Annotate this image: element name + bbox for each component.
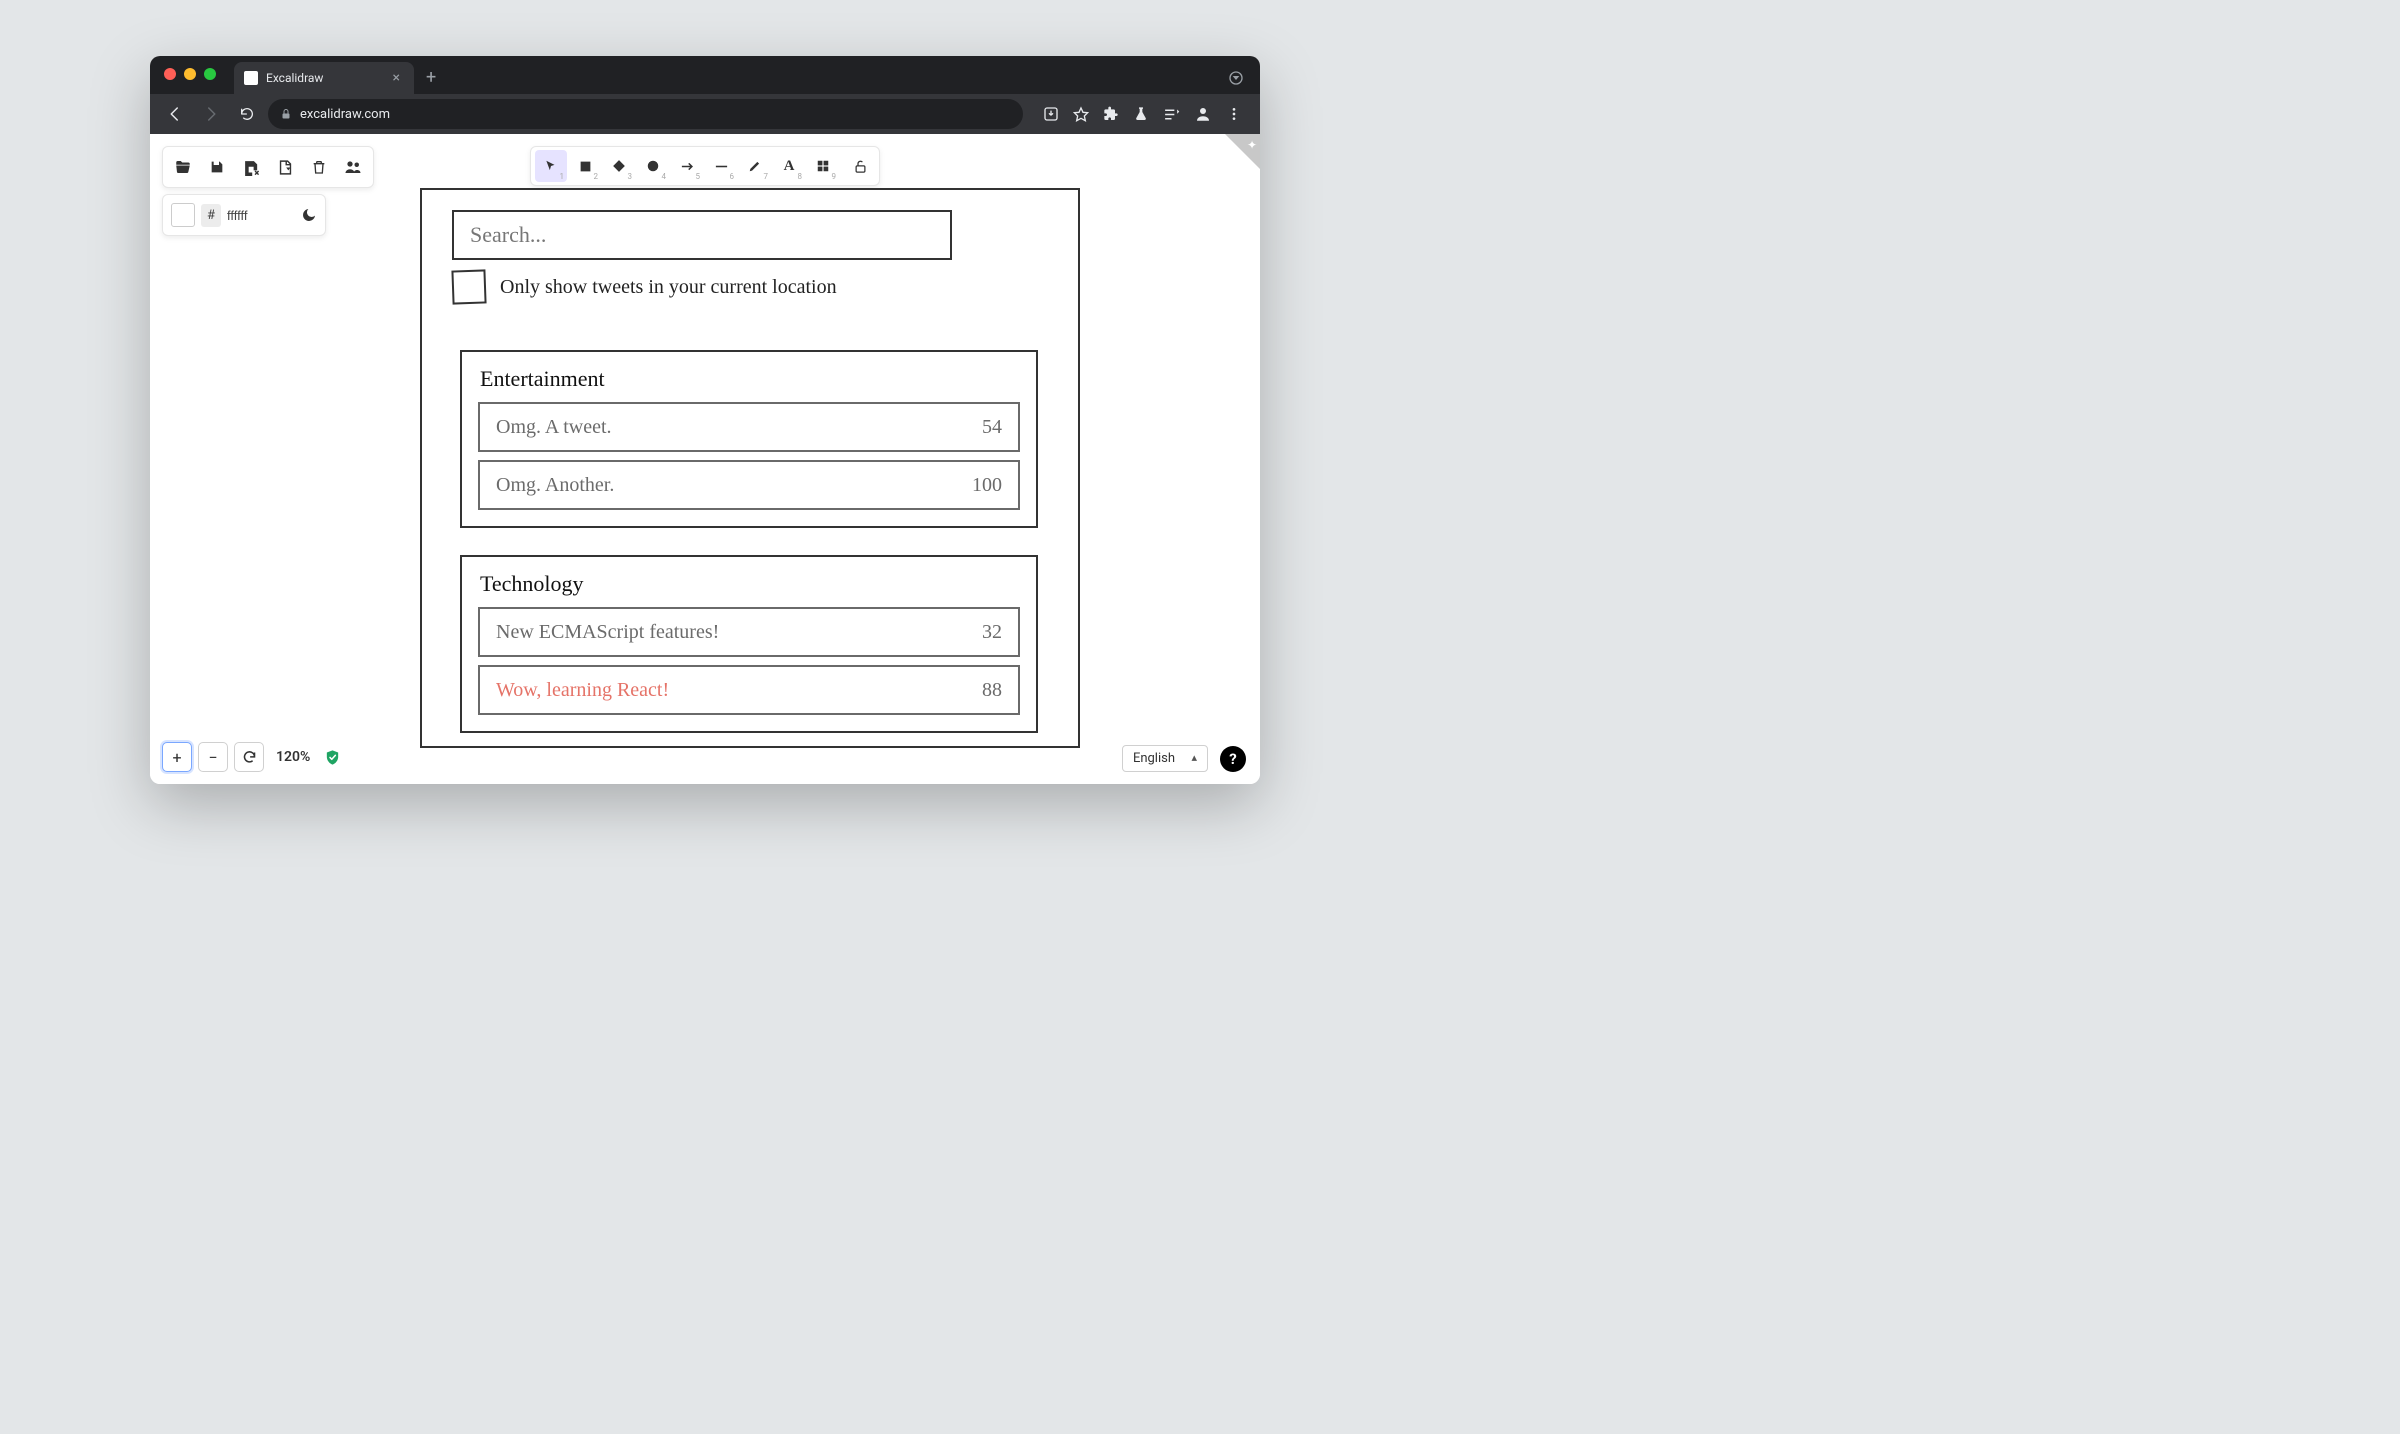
zoom-controls: + − 120%	[162, 742, 341, 772]
nav-forward-button[interactable]	[196, 99, 226, 129]
mock-tweet-row: Wow, learning React! 88	[478, 665, 1020, 715]
omnibox[interactable]: excalidraw.com	[268, 99, 1023, 129]
ellipse-tool[interactable]: 4	[637, 150, 669, 182]
addressbar-actions	[1029, 105, 1250, 123]
tab-title: Excalidraw	[266, 71, 323, 85]
shortcut-number: 7	[764, 172, 769, 181]
save-button[interactable]	[201, 151, 233, 183]
window-close-button[interactable]	[164, 68, 176, 80]
shortcut-number: 1	[560, 172, 565, 181]
rectangle-tool[interactable]: 2	[569, 150, 601, 182]
shortcut-number: 9	[832, 172, 837, 181]
window-minimize-button[interactable]	[184, 68, 196, 80]
file-actions-panel	[162, 146, 374, 188]
mock-checkbox	[451, 269, 486, 304]
export-button[interactable]	[269, 151, 301, 183]
zoom-reset-button[interactable]	[234, 742, 264, 772]
labs-flask-icon[interactable]	[1133, 106, 1149, 122]
mock-tweet-row: Omg. A tweet. 54	[478, 402, 1020, 452]
language-select[interactable]: English	[1122, 745, 1208, 772]
tab-favicon	[244, 71, 258, 85]
encryption-shield-icon[interactable]	[324, 749, 341, 766]
diamond-tool[interactable]: 3	[603, 150, 635, 182]
mock-group-title: Technology	[480, 571, 1024, 597]
new-tab-button[interactable]: +	[414, 67, 448, 94]
nav-reload-button[interactable]	[232, 99, 262, 129]
mock-tweet-text: Wow, learning React!	[496, 679, 669, 702]
tab-close-button[interactable]: ×	[389, 70, 404, 86]
canvas-frame: Search... Only show tweets in your curre…	[420, 188, 1080, 748]
shortcut-number: 2	[594, 172, 599, 181]
shortcut-number: 8	[798, 172, 803, 181]
mock-location-filter: Only show tweets in your current locatio…	[452, 270, 837, 304]
canvas-background-panel: #	[162, 194, 326, 236]
zoom-in-button[interactable]: +	[162, 742, 192, 772]
save-as-button[interactable]	[235, 151, 267, 183]
profile-avatar-icon[interactable]	[1194, 105, 1212, 123]
zoom-out-button[interactable]: −	[198, 742, 228, 772]
open-file-button[interactable]	[167, 151, 199, 183]
mock-search-placeholder: Search...	[470, 222, 546, 248]
browser-menu-icon[interactable]	[1226, 106, 1242, 122]
mock-tweet-text: Omg. Another.	[496, 474, 614, 497]
bookmark-star-icon[interactable]	[1073, 106, 1089, 122]
github-corner-icon[interactable]	[1225, 134, 1260, 169]
selection-tool[interactable]: 1	[535, 150, 567, 182]
excalidraw-viewport[interactable]: # 1 2 3 4 5	[150, 134, 1260, 784]
text-tool[interactable]: A 8	[773, 150, 805, 182]
window-controls	[150, 56, 230, 90]
library-tool[interactable]: 9	[807, 150, 839, 182]
mock-tweet-count: 88	[982, 679, 1002, 702]
window-maximize-button[interactable]	[204, 68, 216, 80]
reading-list-icon[interactable]	[1163, 106, 1180, 123]
mock-tweet-count: 32	[982, 621, 1002, 644]
mock-tweet-text: Omg. A tweet.	[496, 416, 612, 439]
mock-tweet-row: New ECMAScript features! 32	[478, 607, 1020, 657]
mock-group-entertainment: Entertainment Omg. A tweet. 54 Omg. Anot…	[460, 350, 1038, 528]
omnibox-url: excalidraw.com	[300, 107, 390, 122]
titlebar-menu-icon[interactable]	[1212, 70, 1260, 94]
dark-mode-toggle[interactable]	[301, 207, 317, 223]
help-button[interactable]: ?	[1220, 746, 1246, 772]
nav-back-button[interactable]	[160, 99, 190, 129]
mock-location-label: Only show tweets in your current locatio…	[500, 276, 837, 299]
arrow-tool[interactable]: 5	[671, 150, 703, 182]
tabstrip: Excalidraw × +	[230, 62, 1212, 94]
mock-tweet-count: 54	[982, 416, 1002, 439]
shape-toolbar: 1 2 3 4 5 6 7	[530, 146, 880, 186]
extensions-icon[interactable]	[1103, 106, 1119, 122]
mock-tweet-row: Omg. Another. 100	[478, 460, 1020, 510]
lock-icon	[280, 108, 292, 120]
collaborate-button[interactable]	[337, 151, 369, 183]
mock-search-box: Search...	[452, 210, 952, 260]
line-tool[interactable]: 6	[705, 150, 737, 182]
background-hex-input[interactable]	[227, 208, 287, 223]
shortcut-number: 5	[696, 172, 701, 181]
language-label: English	[1133, 751, 1175, 766]
mock-tweet-count: 100	[972, 474, 1002, 497]
zoom-level-label: 120%	[270, 749, 316, 765]
mock-group-title: Entertainment	[480, 366, 1024, 392]
browser-tab[interactable]: Excalidraw ×	[234, 62, 414, 94]
addressbar: excalidraw.com	[150, 94, 1260, 134]
footer-actions: English ?	[1122, 745, 1246, 772]
mock-group-technology: Technology New ECMAScript features! 32 W…	[460, 555, 1038, 733]
background-swatch[interactable]	[171, 203, 195, 227]
clear-canvas-button[interactable]	[303, 151, 335, 183]
titlebar: Excalidraw × +	[150, 56, 1260, 94]
mock-tweet-text: New ECMAScript features!	[496, 621, 719, 644]
shortcut-number: 6	[730, 172, 735, 181]
browser-window: Excalidraw × + excalidraw.com	[150, 56, 1260, 784]
hex-prefix-label: #	[201, 204, 221, 227]
shortcut-number: 3	[628, 172, 633, 181]
install-app-icon[interactable]	[1043, 106, 1059, 122]
shortcut-number: 4	[662, 172, 667, 181]
draw-tool[interactable]: 7	[739, 150, 771, 182]
lock-tool[interactable]	[844, 150, 876, 182]
